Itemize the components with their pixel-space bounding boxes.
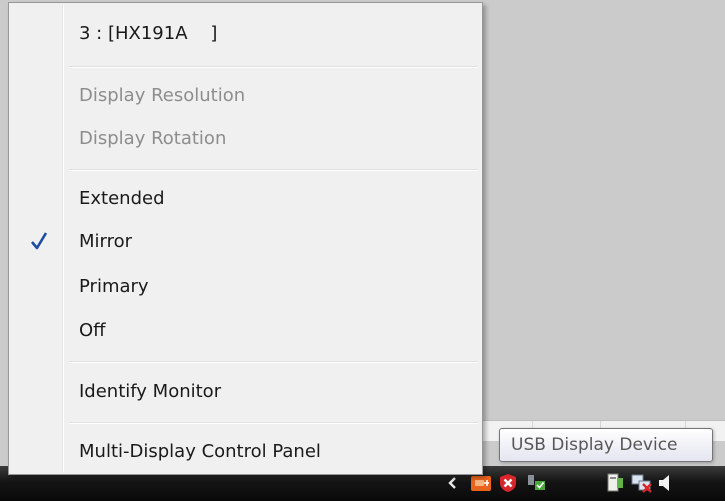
- system-tray: [440, 473, 725, 496]
- menu-separator: [69, 361, 478, 363]
- menu-separator: [69, 169, 478, 171]
- menu-item-off[interactable]: Off: [79, 316, 106, 346]
- device-icon[interactable]: [605, 473, 625, 493]
- volume-icon[interactable]: [658, 473, 672, 493]
- menu-header-monitor[interactable]: 3 : [HX191A ]: [79, 19, 217, 49]
- network-disconnected-icon[interactable]: [631, 473, 653, 493]
- menu-separator: [69, 66, 478, 68]
- menu-item-identify-monitor[interactable]: Identify Monitor: [79, 377, 221, 407]
- menu-item-primary[interactable]: Primary: [79, 272, 149, 302]
- menu-separator: [69, 422, 478, 424]
- usb-device-icon[interactable]: [470, 473, 492, 493]
- display-context-menu: 3 : [HX191A ] Display Resolution Display…: [8, 2, 483, 475]
- menu-item-display-resolution[interactable]: Display Resolution: [79, 81, 245, 111]
- menu-item-extended[interactable]: Extended: [79, 184, 165, 214]
- usb-display-device-tooltip: USB Display Device: [499, 428, 713, 462]
- menu-item-mirror[interactable]: Mirror: [79, 227, 132, 257]
- network-icon[interactable]: [526, 473, 546, 493]
- chevron-left-icon[interactable]: [446, 474, 458, 492]
- menu-item-multi-display-control-panel[interactable]: Multi-Display Control Panel: [79, 437, 321, 467]
- security-alert-icon[interactable]: [498, 473, 518, 493]
- menu-icon-gutter-highlight: [63, 5, 64, 472]
- checkmark-icon: [31, 232, 48, 250]
- menu-item-display-rotation[interactable]: Display Rotation: [79, 124, 226, 154]
